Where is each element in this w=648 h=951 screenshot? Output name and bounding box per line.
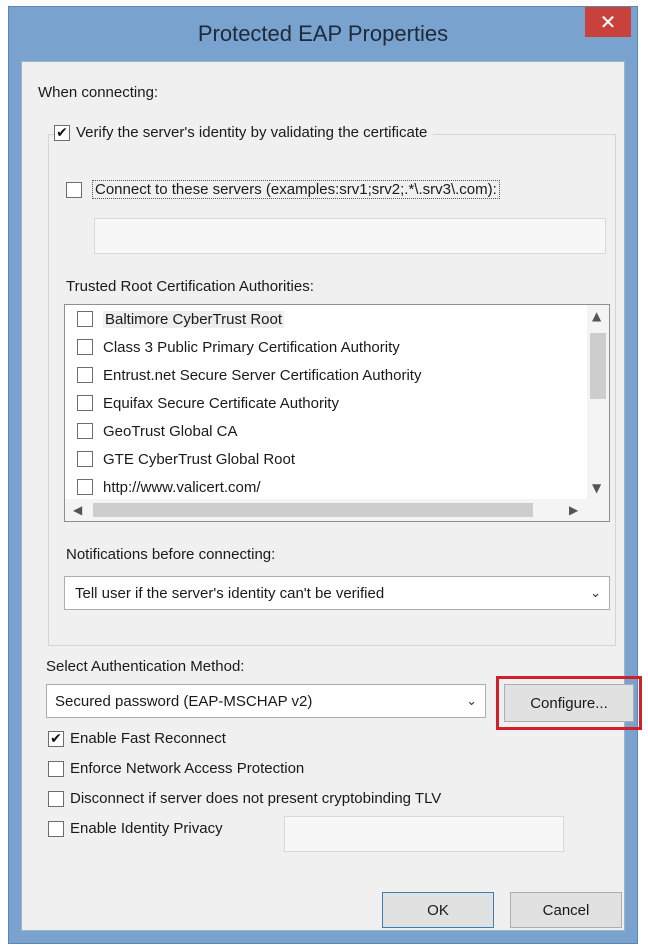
- ca-label: Entrust.net Secure Server Certification …: [103, 366, 422, 384]
- window-title: Protected EAP Properties: [197, 21, 449, 46]
- ok-button[interactable]: OK: [382, 892, 494, 928]
- enforce-nap-label: Enforce Network Access Protection: [70, 760, 305, 777]
- identity-privacy-row[interactable]: Enable Identity Privacy: [48, 820, 223, 837]
- ca-label: Class 3 Public Primary Certification Aut…: [103, 338, 400, 356]
- trusted-root-list[interactable]: Baltimore CyberTrust Root Class 3 Public…: [64, 304, 610, 522]
- notifications-value: Tell user if the server's identity can't…: [75, 584, 385, 602]
- list-item[interactable]: http://www.valicert.com/: [65, 473, 261, 501]
- title-bar[interactable]: Protected EAP Properties ✕: [9, 7, 637, 61]
- scroll-down-icon[interactable]: ▼: [592, 481, 601, 495]
- ca-label: GeoTrust Global CA: [103, 422, 238, 440]
- dialog-client-area: When connecting: ✔ Verify the server's i…: [21, 61, 642, 931]
- ca-checkbox[interactable]: [77, 339, 93, 355]
- horizontal-scrollbar[interactable]: ◀ ▶: [65, 499, 609, 521]
- close-icon: ✕: [599, 10, 617, 34]
- identity-privacy-input[interactable]: [284, 816, 564, 852]
- scroll-right-icon[interactable]: ▶: [569, 503, 578, 517]
- chevron-down-icon: ⌄: [466, 693, 477, 709]
- list-item[interactable]: Entrust.net Secure Server Certification …: [65, 361, 421, 389]
- ca-label: GTE CyberTrust Global Root: [103, 450, 296, 468]
- ca-checkbox[interactable]: [77, 423, 93, 439]
- enforce-nap-row[interactable]: Enforce Network Access Protection: [48, 760, 304, 777]
- identity-privacy-checkbox[interactable]: [48, 820, 64, 837]
- disconnect-crypto-row[interactable]: Disconnect if server does not present cr…: [48, 790, 441, 807]
- when-connecting-label: When connecting:: [38, 84, 159, 101]
- ca-label: http://www.valicert.com/: [103, 478, 261, 496]
- scroll-up-icon[interactable]: ▲: [592, 309, 601, 323]
- notifications-label: Notifications before connecting:: [66, 546, 276, 563]
- ca-label: Equifax Secure Certificate Authority: [103, 394, 339, 412]
- ca-checkbox[interactable]: [77, 367, 93, 383]
- checkmark-icon: ✔: [56, 124, 68, 141]
- auth-method-dropdown[interactable]: Secured password (EAP-MSCHAP v2) ⌄: [46, 684, 486, 718]
- ca-checkbox[interactable]: [77, 395, 93, 411]
- connect-servers-input[interactable]: [94, 218, 606, 254]
- verify-server-row[interactable]: ✔ Verify the server's identity by valida…: [54, 124, 434, 141]
- list-item[interactable]: GeoTrust Global CA: [65, 417, 238, 445]
- connect-servers-label: Connect to these servers (examples:srv1;…: [92, 180, 500, 199]
- notifications-dropdown[interactable]: Tell user if the server's identity can't…: [64, 576, 610, 610]
- vertical-scroll-thumb[interactable]: [590, 333, 606, 399]
- fast-reconnect-label: Enable Fast Reconnect: [70, 730, 226, 747]
- list-item[interactable]: Class 3 Public Primary Certification Aut…: [65, 333, 400, 361]
- disconnect-crypto-checkbox[interactable]: [48, 790, 64, 807]
- connect-servers-checkbox[interactable]: [66, 181, 82, 198]
- dialog-window: Protected EAP Properties ✕ When connecti…: [8, 6, 642, 944]
- scroll-left-icon[interactable]: ◀: [73, 503, 82, 517]
- verify-server-label: Verify the server's identity by validati…: [76, 124, 428, 141]
- enforce-nap-checkbox[interactable]: [48, 760, 64, 777]
- chevron-down-icon: ⌄: [590, 585, 601, 601]
- ca-checkbox[interactable]: [77, 451, 93, 467]
- list-item[interactable]: Baltimore CyberTrust Root: [65, 305, 284, 333]
- cancel-button[interactable]: Cancel: [510, 892, 622, 928]
- configure-button[interactable]: Configure...: [504, 684, 634, 722]
- horizontal-scroll-thumb[interactable]: [93, 503, 533, 517]
- vertical-scrollbar[interactable]: ▲ ▼: [587, 305, 609, 499]
- ca-checkbox[interactable]: [77, 311, 93, 327]
- list-item[interactable]: Equifax Secure Certificate Authority: [65, 389, 339, 417]
- checkmark-icon: ✔: [50, 730, 62, 747]
- auth-method-value: Secured password (EAP-MSCHAP v2): [55, 692, 313, 710]
- select-auth-label: Select Authentication Method:: [46, 658, 245, 675]
- cancel-label: Cancel: [542, 901, 590, 919]
- trusted-root-label: Trusted Root Certification Authorities:: [66, 278, 314, 295]
- fast-reconnect-row[interactable]: ✔ Enable Fast Reconnect: [48, 730, 226, 747]
- fast-reconnect-checkbox[interactable]: ✔: [48, 730, 64, 747]
- ca-checkbox[interactable]: [77, 479, 93, 495]
- configure-label: Configure...: [530, 694, 608, 712]
- verify-server-checkbox[interactable]: ✔: [54, 124, 70, 141]
- ca-label: Baltimore CyberTrust Root: [103, 310, 284, 328]
- disconnect-crypto-label: Disconnect if server does not present cr…: [70, 790, 442, 807]
- close-button[interactable]: ✕: [585, 7, 631, 37]
- list-item[interactable]: GTE CyberTrust Global Root: [65, 445, 295, 473]
- connect-servers-row[interactable]: Connect to these servers (examples:srv1;…: [66, 180, 500, 199]
- identity-privacy-label: Enable Identity Privacy: [70, 820, 223, 837]
- ok-label: OK: [427, 901, 449, 919]
